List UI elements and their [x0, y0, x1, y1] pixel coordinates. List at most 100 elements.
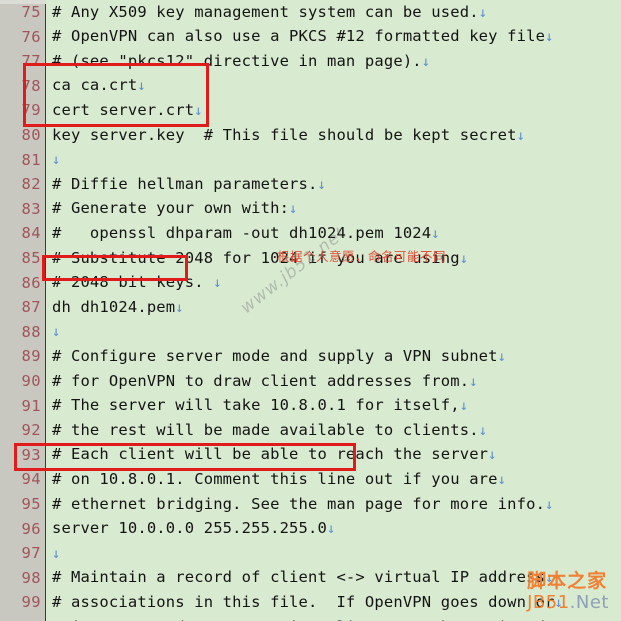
site-logo-brand: JB51	[527, 592, 570, 614]
line-text[interactable]: # OpenVPN can also use a PKCS #12 format…	[46, 24, 621, 50]
chinese-annotation-note: 根据个人意愿，命名可能不同	[277, 249, 447, 264]
line-text[interactable]: ↓	[46, 319, 621, 345]
code-line[interactable]: 78 ca ca.crt↓	[0, 74, 621, 99]
line-text[interactable]: # is restarted, reconnecting clients can…	[46, 615, 621, 621]
line-text[interactable]: ↓	[46, 541, 621, 567]
eol-marker-icon: ↓	[194, 102, 203, 119]
line-text[interactable]: ↓	[46, 147, 621, 173]
line-number: 77	[21, 52, 41, 71]
line-text[interactable]: # the rest will be made available to cli…	[46, 418, 621, 444]
site-logo-domain-text: JB51.Net	[527, 592, 609, 614]
line-text[interactable]: # on 10.8.0.1. Comment this line out if …	[46, 467, 621, 493]
line-text[interactable]: # Any X509 key management system can be …	[46, 0, 621, 25]
code-editor[interactable]: 75 # Any X509 key management system can b…	[0, 0, 621, 621]
code-line[interactable]: 75 # Any X509 key management system can b…	[0, 0, 621, 25]
line-number: 82	[21, 175, 41, 194]
line-number: 78	[21, 76, 41, 95]
eol-marker-icon: ↓	[137, 78, 146, 95]
code-line[interactable]: 100 # is restarted, reconnecting clients …	[0, 615, 621, 621]
line-content: cert server.crt	[52, 100, 195, 119]
code-line[interactable]: 80 key server.key # This file should be k…	[0, 123, 621, 148]
line-text[interactable]: # Each client will be able to reach the …	[46, 442, 621, 468]
code-line[interactable]: 79 cert server.crt↓	[0, 98, 621, 123]
code-line[interactable]: 96 server 10.0.0.0 255.255.255.0↓	[0, 517, 621, 542]
eol-marker-icon: ↓	[459, 398, 469, 415]
line-text[interactable]: # Configure server mode and supply a VPN…	[46, 344, 621, 370]
line-content: # Configure server mode and supply a VPN…	[52, 346, 498, 365]
eol-marker-icon: ↓	[459, 250, 469, 267]
code-line[interactable]: 93 # Each client will be able to reach th…	[0, 443, 621, 468]
line-content: # Any X509 key management system can be …	[52, 2, 479, 21]
line-content: # (see "pkcs12" directive in man page).	[52, 51, 422, 70]
line-number: 79	[21, 101, 41, 120]
line-number: 98	[21, 568, 41, 587]
line-number: 85	[21, 249, 41, 267]
code-line[interactable]: 97 ↓	[0, 541, 621, 566]
line-content: # 2048 bit keys.	[52, 273, 214, 292]
line-number: 94	[21, 470, 41, 489]
line-number: 100	[0, 615, 46, 621]
line-content: # on 10.8.0.1. Comment this line out if …	[52, 469, 498, 488]
code-line[interactable]: 81 ↓	[0, 148, 621, 173]
line-content: ca ca.crt	[52, 76, 138, 95]
eol-marker-icon: ↓	[478, 422, 488, 439]
line-text[interactable]: ca ca.crt↓	[46, 73, 621, 99]
eol-marker-icon: ↓	[431, 225, 440, 242]
line-text[interactable]: # Generate your own with:↓	[46, 196, 621, 222]
line-content: key server.key # This file should be kep…	[52, 125, 517, 144]
code-line[interactable]: 77 # (see "pkcs12" directive in man page)…	[0, 49, 621, 74]
line-text[interactable]: # ethernet bridging. See the man page fo…	[46, 492, 621, 518]
eol-marker-icon: ↓	[469, 373, 478, 390]
eol-marker-icon: ↓	[326, 521, 336, 538]
line-number: 88	[21, 322, 41, 341]
line-number: 96	[21, 519, 41, 538]
line-text[interactable]: key server.key # This file should be kep…	[46, 123, 621, 149]
line-content: # OpenVPN can also use a PKCS #12 format…	[52, 27, 546, 46]
line-text[interactable]: # (see "pkcs12" directive in man page).↓	[46, 49, 621, 75]
eol-marker-icon: ↓	[545, 29, 554, 46]
line-text[interactable]: server 10.0.0.0 255.255.255.0↓	[46, 516, 621, 542]
line-text[interactable]: # openssl dhparam -out dh1024.pem 1024↓	[46, 221, 621, 247]
line-number: 93	[21, 445, 41, 464]
line-number: 90	[21, 372, 41, 390]
eol-marker-icon: ↓	[516, 127, 526, 144]
code-line[interactable]: 88 ↓	[0, 320, 621, 345]
line-text[interactable]: cert server.crt↓	[46, 98, 621, 124]
code-line[interactable]: 76 # OpenVPN can also use a PKCS #12 form…	[0, 25, 621, 50]
code-line[interactable]: 92 # the rest will be made available to c…	[0, 418, 621, 443]
line-number: 99	[21, 593, 41, 612]
code-line[interactable]: 94 # on 10.8.0.1. Comment this line out i…	[0, 467, 621, 492]
code-line[interactable]: 83 # Generate your own with:↓	[0, 197, 621, 222]
line-content: # Maintain a record of client <-> virtua…	[52, 568, 546, 587]
line-content: server 10.0.0.0 255.255.255.0	[52, 519, 327, 538]
line-text[interactable]: # for OpenVPN to draw client addresses f…	[46, 369, 621, 395]
eol-marker-icon: ↓	[478, 4, 488, 21]
line-text[interactable]: # The server will take 10.8.0.1 for itse…	[46, 393, 621, 419]
line-number: 89	[21, 347, 41, 366]
line-number: 83	[21, 199, 41, 218]
code-line[interactable]: 82 # Diffie hellman parameters.↓	[0, 172, 621, 197]
line-number: 84	[21, 224, 41, 243]
code-line[interactable]: 84 # openssl dhparam -out dh1024.pem 1024…	[0, 221, 621, 246]
site-logo-chinese-text: 脚本之家	[527, 570, 608, 593]
line-number: 81	[21, 150, 41, 169]
code-line[interactable]: 90 # for OpenVPN to draw client addresses…	[0, 369, 621, 394]
line-text[interactable]: # Diffie hellman parameters.↓	[46, 172, 621, 198]
line-number: 95	[21, 495, 41, 513]
eol-marker-icon: ↓	[175, 299, 184, 316]
code-line[interactable]: 91 # The server will take 10.8.0.1 for it…	[0, 394, 621, 419]
code-line[interactable]: 87 dh dh1024.pem↓	[0, 295, 621, 320]
line-text[interactable]: # 2048 bit keys. ↓	[46, 270, 621, 296]
code-line[interactable]: 89 # Configure server mode and supply a V…	[0, 344, 621, 369]
eol-marker-icon: ↓	[52, 324, 61, 341]
eol-marker-icon: ↓	[52, 152, 61, 169]
code-line[interactable]: 86 # 2048 bit keys. ↓	[0, 271, 621, 296]
line-content: # the rest will be made available to cli…	[52, 420, 479, 439]
line-number: 97	[21, 544, 41, 563]
line-content: # openssl dhparam -out dh1024.pem 1024	[52, 223, 432, 242]
line-text[interactable]: dh dh1024.pem↓	[46, 295, 621, 321]
eol-marker-icon: ↓	[497, 348, 507, 365]
site-logo: 脚本之家 JB51.Net	[527, 570, 609, 614]
line-content: # The server will take 10.8.0.1 for itse…	[52, 396, 460, 415]
code-line[interactable]: 95 # ethernet bridging. See the man page …	[0, 492, 621, 517]
